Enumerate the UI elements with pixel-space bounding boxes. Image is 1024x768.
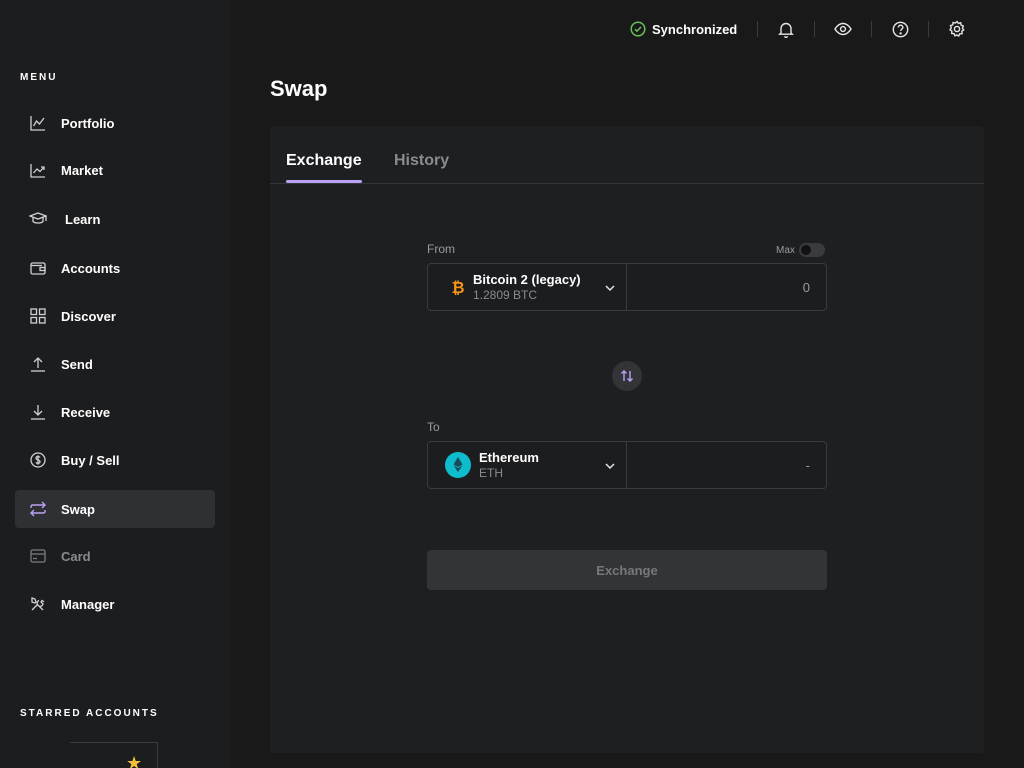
tab-exchange[interactable]: Exchange bbox=[286, 152, 362, 170]
sidebar-item-discover[interactable]: Discover bbox=[15, 297, 215, 335]
svg-text:₿: ₿ bbox=[451, 278, 464, 296]
sidebar-item-send[interactable]: Send bbox=[15, 345, 215, 383]
market-chart-icon bbox=[29, 161, 47, 179]
reverse-swap-button[interactable] bbox=[612, 361, 642, 391]
sidebar-item-accounts[interactable]: Accounts bbox=[15, 249, 215, 287]
from-account-info: Bitcoin 2 (legacy) 1.2809 BTC bbox=[473, 272, 581, 302]
graduation-cap-icon bbox=[29, 210, 47, 228]
menu-title: MENU bbox=[20, 72, 58, 83]
max-toggle[interactable] bbox=[798, 243, 825, 257]
eye-icon[interactable] bbox=[831, 17, 855, 41]
sidebar-item-label: Swap bbox=[61, 501, 95, 517]
from-amount-input[interactable]: 0 bbox=[627, 263, 827, 311]
divider bbox=[814, 21, 816, 37]
to-account-info: Ethereum ETH bbox=[479, 450, 539, 480]
swap-arrows-icon bbox=[29, 500, 47, 518]
help-icon[interactable] bbox=[888, 17, 912, 41]
dollar-circle-icon bbox=[29, 451, 47, 469]
sidebar-item-label: Discover bbox=[61, 308, 116, 324]
wallet-icon bbox=[29, 259, 47, 277]
chevron-down-icon bbox=[604, 281, 616, 299]
sidebar-item-label: Send bbox=[61, 356, 93, 372]
from-account-balance: 1.2809 BTC bbox=[473, 288, 538, 302]
bell-icon[interactable] bbox=[774, 17, 798, 41]
sidebar-item-card[interactable]: Card bbox=[15, 537, 215, 575]
page-title: Swap bbox=[270, 76, 328, 101]
from-account-select[interactable]: ₿ Bitcoin 2 (legacy) 1.2809 BTC bbox=[427, 263, 627, 311]
card-icon bbox=[29, 547, 47, 565]
chevron-down-icon bbox=[604, 459, 616, 477]
sidebar-item-label: Buy / Sell bbox=[61, 452, 120, 468]
star-icon: ★ bbox=[126, 753, 143, 768]
sidebar-item-market[interactable]: Market bbox=[15, 151, 215, 189]
starred-accounts-empty: ★ bbox=[70, 742, 158, 768]
sidebar-item-portfolio[interactable]: Portfolio bbox=[15, 104, 215, 142]
starred-accounts-title: STARRED ACCOUNTS bbox=[20, 708, 159, 719]
max-label: Max bbox=[776, 244, 795, 256]
chart-line-icon bbox=[29, 114, 47, 132]
check-circle-icon bbox=[630, 21, 646, 37]
from-account-name: Bitcoin 2 (legacy) bbox=[473, 272, 581, 287]
to-account-select[interactable]: Ethereum ETH bbox=[427, 441, 627, 489]
swap-vertical-icon bbox=[620, 369, 634, 383]
tools-icon bbox=[29, 595, 47, 613]
bitcoin-icon: ₿ bbox=[445, 274, 471, 300]
sidebar-item-learn[interactable]: Learn bbox=[15, 200, 215, 238]
sidebar-item-swap[interactable]: Swap bbox=[15, 490, 215, 528]
tab-history[interactable]: History bbox=[394, 152, 449, 170]
divider bbox=[871, 21, 873, 37]
sidebar-item-label: Receive bbox=[61, 404, 111, 420]
sidebar-item-label: Manager bbox=[61, 596, 115, 612]
max-toggle-group: Max bbox=[776, 243, 825, 257]
arrow-up-icon bbox=[29, 355, 47, 373]
sync-status[interactable]: Synchronized bbox=[630, 21, 737, 37]
sidebar-item-receive[interactable]: Receive bbox=[15, 393, 215, 431]
grid-icon bbox=[29, 307, 47, 325]
sidebar-item-label: Portfolio bbox=[61, 115, 115, 131]
to-account-name: Ethereum bbox=[479, 450, 539, 465]
exchange-button[interactable]: Exchange bbox=[427, 550, 827, 590]
tab-bar: Exchange History bbox=[270, 126, 984, 184]
gear-icon[interactable] bbox=[945, 17, 969, 41]
sync-status-label: Synchronized bbox=[652, 21, 738, 37]
sidebar: MENU Portfolio Market Learn Accounts Dis… bbox=[0, 0, 230, 768]
from-label: From bbox=[427, 242, 455, 256]
ethereum-icon bbox=[445, 452, 471, 478]
to-account-ticker: ETH bbox=[479, 466, 503, 480]
sidebar-item-label: Card bbox=[61, 548, 91, 564]
divider bbox=[757, 21, 759, 37]
topbar: Synchronized bbox=[630, 14, 969, 44]
sidebar-item-label: Accounts bbox=[61, 260, 121, 276]
toggle-knob bbox=[800, 245, 811, 255]
sidebar-item-label: Market bbox=[61, 162, 103, 178]
to-amount-output: - bbox=[627, 441, 827, 489]
sidebar-item-buy-sell[interactable]: Buy / Sell bbox=[15, 441, 215, 479]
sidebar-item-label: Learn bbox=[65, 211, 101, 227]
swap-panel: Exchange History From Max ₿ Bitcoin 2 (l… bbox=[270, 126, 984, 753]
active-tab-indicator bbox=[286, 180, 362, 183]
to-label: To bbox=[427, 420, 440, 434]
divider bbox=[928, 21, 930, 37]
sidebar-item-manager[interactable]: Manager bbox=[15, 585, 215, 623]
arrow-down-icon bbox=[29, 403, 47, 421]
